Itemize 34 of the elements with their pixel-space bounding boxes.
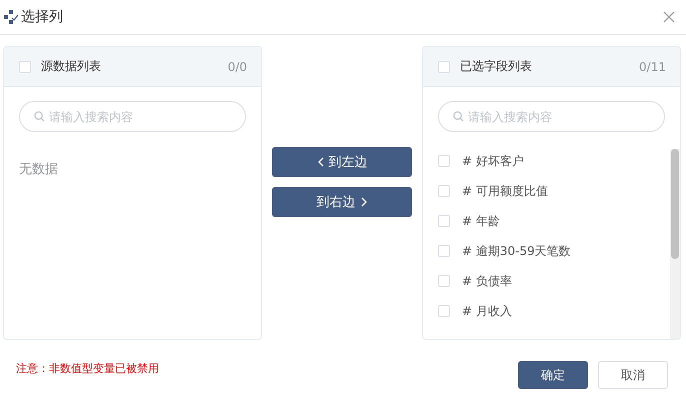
field-label: # 好坏客户 (462, 152, 524, 170)
chevron-left-icon (316, 157, 324, 167)
checkbox[interactable] (438, 185, 450, 197)
checkbox[interactable] (438, 305, 450, 317)
columns-icon (4, 10, 18, 24)
transfer-button[interactable]: 到左边 (272, 147, 412, 177)
close-button[interactable] (662, 10, 676, 24)
checkbox[interactable] (438, 275, 450, 287)
chevron-right-icon (360, 197, 368, 207)
checkbox[interactable] (438, 60, 450, 72)
confirm-button[interactable]: 确定 (518, 361, 588, 389)
transfer-button[interactable]: 到右边 (272, 187, 412, 217)
field-label: # 月收入 (462, 302, 512, 320)
checkbox[interactable] (19, 60, 31, 72)
checkbox[interactable] (438, 245, 450, 257)
cancel-button[interactable]: 取消 (598, 361, 668, 389)
field-label: # 年龄 (462, 212, 500, 230)
field-label: # 负债率 (462, 272, 512, 290)
warning-note: 注意：非数值型变量已被禁用 (16, 360, 159, 376)
item-count: 0/11 (639, 60, 666, 74)
item-count: 0/0 (228, 60, 247, 74)
panel-title: 源数据列表 (41, 58, 102, 75)
search-icon (453, 111, 464, 122)
scrollbar-thumb[interactable] (671, 149, 679, 259)
checkbox[interactable] (438, 155, 450, 167)
field-label: # 逾期30-59天笔数 (462, 242, 571, 260)
search-icon (34, 111, 45, 122)
field-label: # 可用额度比值 (462, 182, 548, 200)
checkbox[interactable] (438, 215, 450, 227)
empty-text: 无数据 (19, 161, 59, 178)
search-field[interactable]: 请输入搜索内容 (438, 101, 665, 132)
window-title: 选择列 (21, 8, 63, 26)
panel-title: 已选字段列表 (460, 58, 533, 75)
search-field[interactable]: 请输入搜索内容 (19, 101, 246, 132)
